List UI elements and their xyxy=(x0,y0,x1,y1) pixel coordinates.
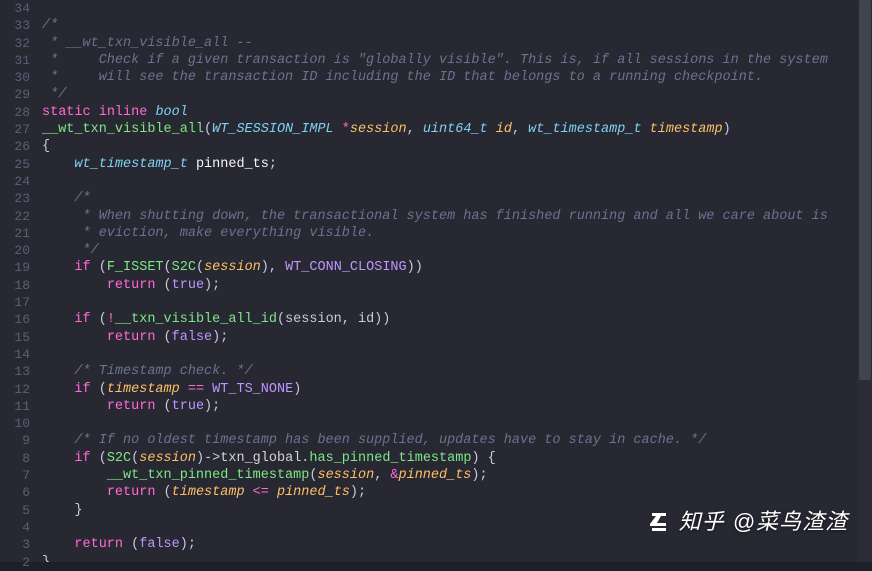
code-editor: 3433323130292827262524232221201918171615… xyxy=(0,0,872,562)
code-line[interactable]: wt_timestamp_t pinned_ts; xyxy=(42,156,872,173)
code-line[interactable]: * eviction, make everything visible. xyxy=(42,225,872,242)
line-number: 11 xyxy=(0,398,30,415)
code-line[interactable]: if (!__txn_visible_all_id(session, id)) xyxy=(42,311,872,328)
code-line[interactable]: __wt_txn_visible_all(WT_SESSION_IMPL *se… xyxy=(42,121,872,138)
code-line[interactable]: /* xyxy=(42,190,872,207)
code-line[interactable]: * Check if a given transaction is "globa… xyxy=(42,52,872,69)
code-line[interactable]: { xyxy=(42,138,872,155)
line-number: 12 xyxy=(0,381,30,398)
line-number-gutter: 3433323130292827262524232221201918171615… xyxy=(0,0,36,562)
line-number: 23 xyxy=(0,190,30,207)
watermark-prefix: 知乎 xyxy=(679,513,725,530)
zhihu-icon xyxy=(647,510,671,534)
line-number: 17 xyxy=(0,294,30,311)
line-number: 16 xyxy=(0,311,30,328)
code-line[interactable]: return (false); xyxy=(42,329,872,346)
watermark: 知乎 @菜鸟渣渣 xyxy=(647,510,848,534)
line-number: 15 xyxy=(0,329,30,346)
line-number: 10 xyxy=(0,415,30,432)
code-line[interactable]: return (false); xyxy=(42,536,872,553)
watermark-user: @菜鸟渣渣 xyxy=(733,513,848,530)
code-line[interactable]: __wt_txn_pinned_timestamp(session, &pinn… xyxy=(42,467,872,484)
line-number: 18 xyxy=(0,277,30,294)
line-number: 6 xyxy=(0,484,30,501)
line-number: 19 xyxy=(0,259,30,276)
code-line[interactable]: * __wt_txn_visible_all -- xyxy=(42,35,872,52)
line-number: 2 xyxy=(0,554,30,571)
code-line[interactable]: /* Timestamp check. */ xyxy=(42,363,872,380)
line-number: 21 xyxy=(0,225,30,242)
code-line[interactable]: if (S2C(session)->txn_global.has_pinned_… xyxy=(42,450,872,467)
code-line[interactable]: */ xyxy=(42,242,872,259)
code-line[interactable] xyxy=(42,415,872,432)
line-number: 32 xyxy=(0,35,30,52)
code-content[interactable]: /* * __wt_txn_visible_all -- * Check if … xyxy=(36,0,872,562)
line-number: 20 xyxy=(0,242,30,259)
line-number: 3 xyxy=(0,536,30,553)
line-number: 8 xyxy=(0,450,30,467)
line-number: 33 xyxy=(0,17,30,34)
code-line[interactable]: return (true); xyxy=(42,277,872,294)
code-line[interactable]: return (true); xyxy=(42,398,872,415)
code-line[interactable]: /* If no oldest timestamp has been suppl… xyxy=(42,432,872,449)
code-line[interactable] xyxy=(42,173,872,190)
code-line[interactable]: */ xyxy=(42,86,872,103)
code-line[interactable] xyxy=(42,0,872,17)
line-number: 28 xyxy=(0,104,30,121)
line-number: 9 xyxy=(0,432,30,449)
line-number: 25 xyxy=(0,156,30,173)
line-number: 24 xyxy=(0,173,30,190)
code-line[interactable]: return (timestamp <= pinned_ts); xyxy=(42,484,872,501)
line-number: 29 xyxy=(0,86,30,103)
line-number: 27 xyxy=(0,121,30,138)
line-number: 34 xyxy=(0,0,30,17)
line-number: 30 xyxy=(0,69,30,86)
code-line[interactable]: if (timestamp == WT_TS_NONE) xyxy=(42,381,872,398)
line-number: 26 xyxy=(0,138,30,155)
code-line[interactable]: static inline bool xyxy=(42,104,872,121)
code-line[interactable] xyxy=(42,294,872,311)
code-line[interactable]: if (F_ISSET(S2C(session), WT_CONN_CLOSIN… xyxy=(42,259,872,276)
code-line[interactable]: } xyxy=(42,554,872,563)
line-number: 5 xyxy=(0,502,30,519)
code-line[interactable] xyxy=(42,346,872,363)
line-number: 13 xyxy=(0,363,30,380)
scrollbar-track[interactable] xyxy=(858,0,872,562)
line-number: 4 xyxy=(0,519,30,536)
code-line[interactable]: /* xyxy=(42,17,872,34)
code-line[interactable]: * will see the transaction ID including … xyxy=(42,69,872,86)
line-number: 14 xyxy=(0,346,30,363)
scrollbar-thumb[interactable] xyxy=(859,0,871,380)
line-number: 31 xyxy=(0,52,30,69)
code-line[interactable]: * When shutting down, the transactional … xyxy=(42,208,872,225)
line-number: 7 xyxy=(0,467,30,484)
line-number: 22 xyxy=(0,208,30,225)
